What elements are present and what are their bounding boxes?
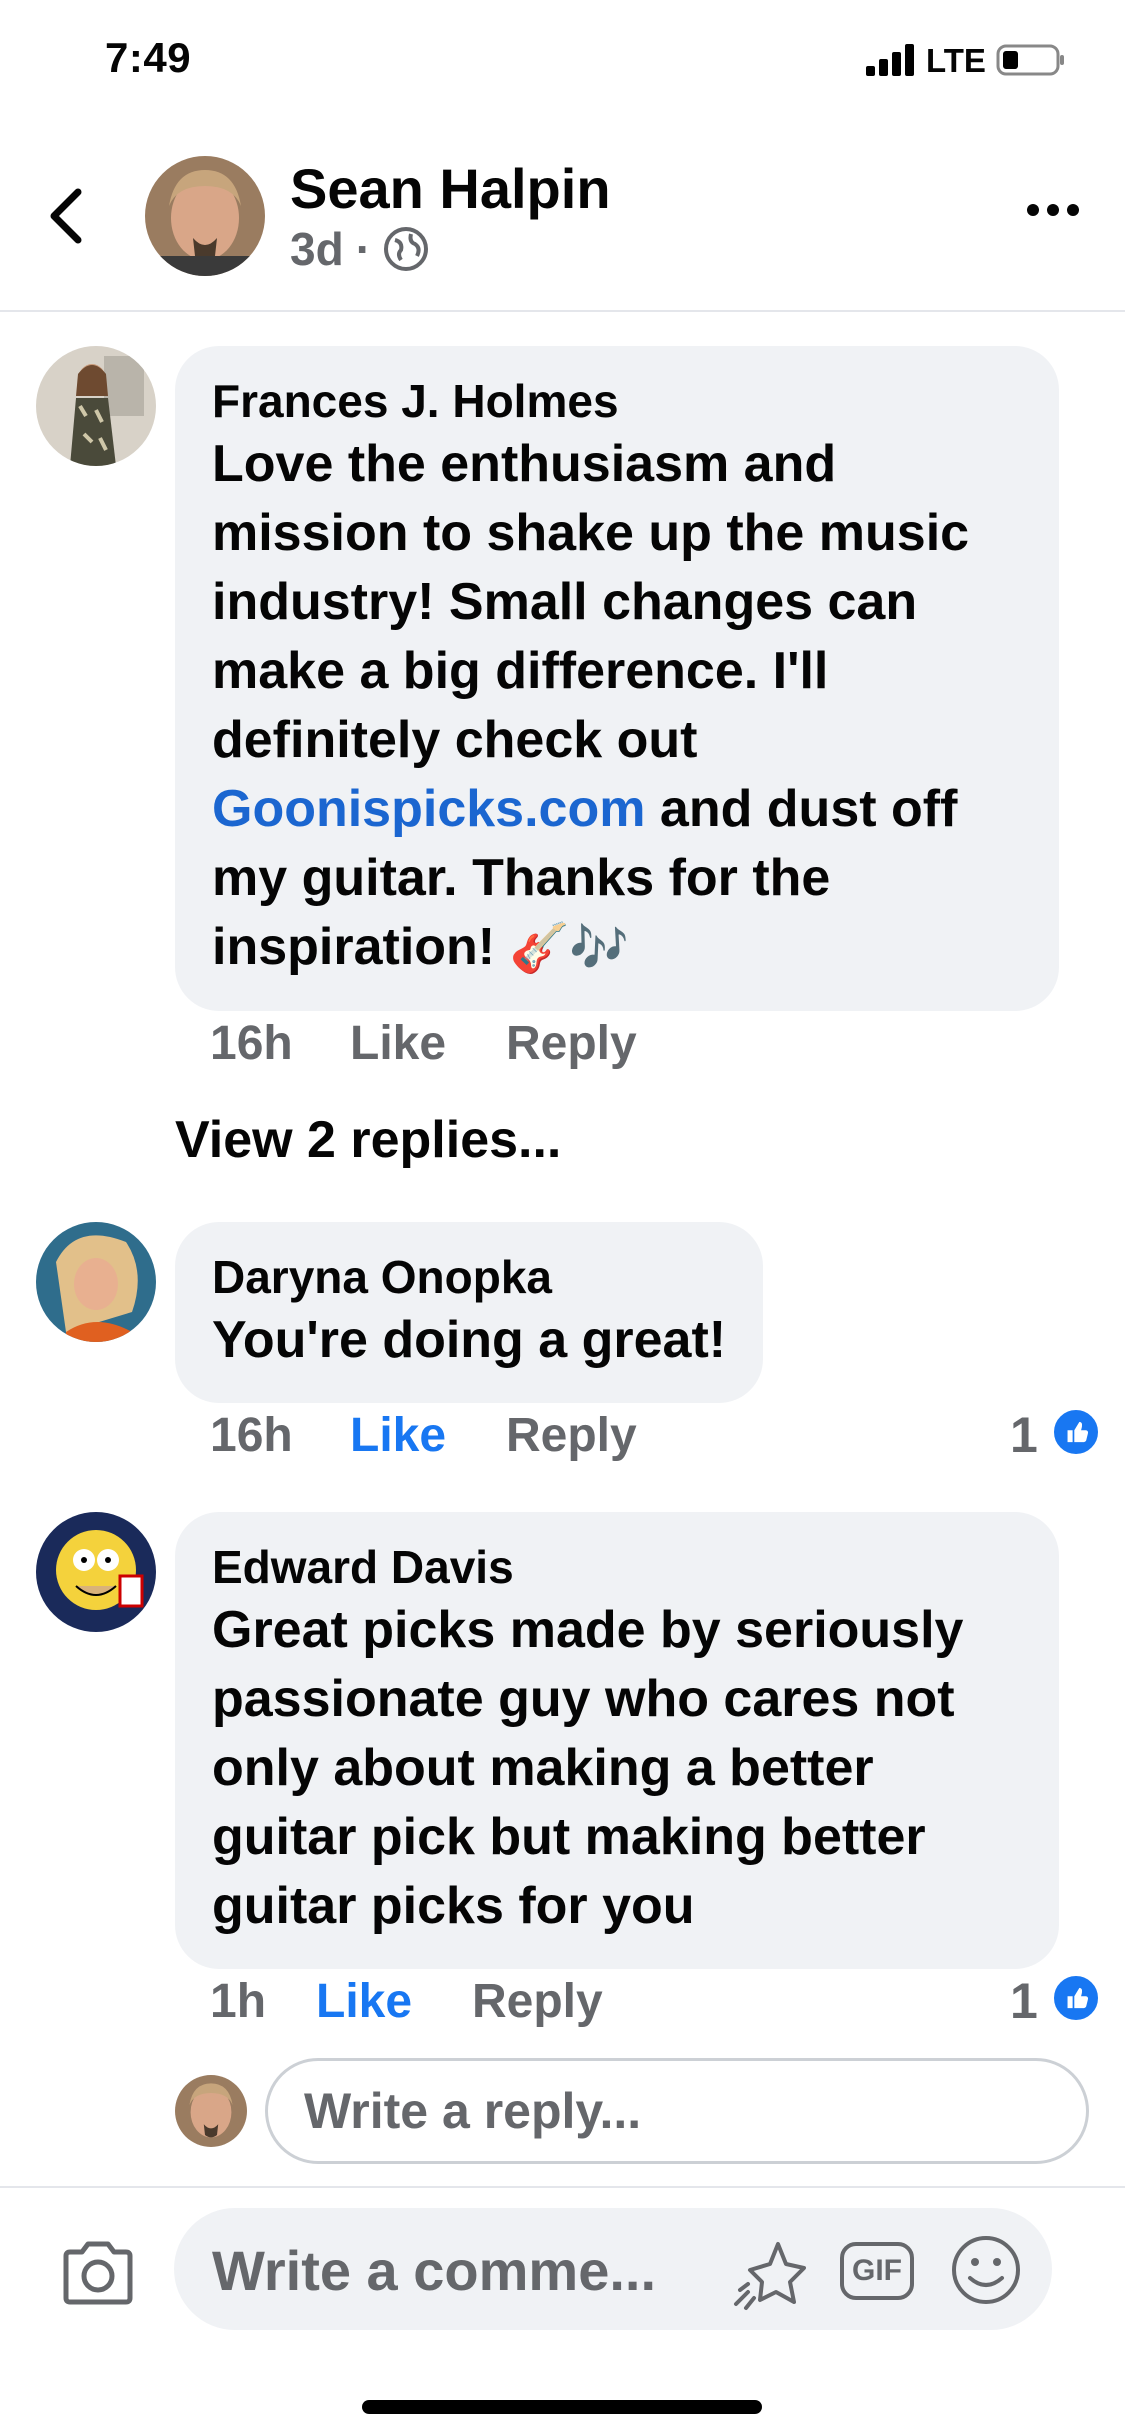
- poster-name[interactable]: Sean Halpin: [290, 156, 611, 221]
- comment-actions: 16h Like Reply: [210, 1016, 1010, 1076]
- more-options-icon[interactable]: [1025, 198, 1081, 222]
- cellular-signal-icon: [866, 44, 914, 76]
- reply-input[interactable]: Write a reply...: [265, 2058, 1089, 2164]
- commenter-avatar[interactable]: [36, 1222, 156, 1342]
- back-arrow-icon[interactable]: [46, 188, 86, 244]
- comment-actions: 1h Like Reply: [210, 1974, 1010, 2034]
- comment-author[interactable]: Frances J. Holmes: [212, 372, 1022, 430]
- status-bar: 7:49 LTE: [0, 0, 1125, 120]
- post-meta: 3d ·: [290, 222, 429, 276]
- post-header: Sean Halpin 3d ·: [0, 120, 1125, 312]
- comment-time: 16h: [210, 1017, 293, 1070]
- like-button[interactable]: Like: [316, 1974, 412, 2029]
- comment-author[interactable]: Edward Davis: [212, 1538, 1022, 1596]
- reaction-count[interactable]: 1: [1010, 1406, 1038, 1464]
- like-button[interactable]: Like: [350, 1016, 446, 1071]
- comment-text: Love the enthusiasm and mission to shake…: [212, 435, 970, 976]
- comment-bubble[interactable]: Edward Davis Great picks made by serious…: [175, 1512, 1059, 1969]
- comment-bubble[interactable]: Frances J. Holmes Love the enthusiasm an…: [175, 346, 1059, 1011]
- comment-input[interactable]: Write a comme... GIF: [174, 2208, 1052, 2330]
- comment-time: 1h: [210, 1975, 267, 2028]
- camera-icon[interactable]: [60, 2238, 136, 2308]
- comment-time: 16h: [210, 1409, 293, 1462]
- comment-actions: 16h Like Reply: [210, 1408, 1010, 1468]
- reply-button[interactable]: Reply: [472, 1974, 603, 2029]
- network-type: LTE: [926, 42, 986, 79]
- reply-placeholder: Write a reply...: [304, 2083, 642, 2139]
- globe-icon: [384, 227, 429, 271]
- comment-placeholder: Write a comme...: [212, 2239, 657, 2302]
- home-indicator[interactable]: [362, 2400, 762, 2414]
- comment-link[interactable]: Goonispicks.com: [212, 780, 645, 838]
- status-time: 7:49: [105, 34, 192, 81]
- sticker-icon[interactable]: [730, 2234, 808, 2312]
- emoji-icon[interactable]: [950, 2234, 1022, 2306]
- comment-bubble[interactable]: Daryna Onopka You're doing a great!: [175, 1222, 764, 1403]
- comment-author[interactable]: Daryna Onopka: [212, 1248, 726, 1306]
- comment-text: Great picks made by seriously passionate…: [212, 1601, 964, 1935]
- guitar-music-emoji: 🎸🎶: [509, 920, 630, 976]
- post-age: 3d: [290, 223, 344, 275]
- reaction-count[interactable]: 1: [1010, 1972, 1038, 2030]
- reply-button[interactable]: Reply: [506, 1408, 637, 1463]
- like-reaction-icon[interactable]: [1050, 1406, 1102, 1458]
- battery-icon: [996, 44, 1064, 76]
- like-reaction-icon[interactable]: [1050, 1972, 1102, 2024]
- current-user-avatar: [175, 2075, 247, 2147]
- poster-avatar[interactable]: [145, 156, 265, 276]
- comment-text: You're doing a great!: [212, 1311, 727, 1369]
- commenter-avatar[interactable]: [36, 1512, 156, 1632]
- commenter-avatar[interactable]: [36, 346, 156, 466]
- gif-icon[interactable]: GIF: [840, 2242, 914, 2300]
- view-replies-link[interactable]: View 2 replies...: [175, 1110, 561, 1170]
- comment-composer: Write a comme... GIF: [0, 2186, 1125, 2436]
- reply-button[interactable]: Reply: [506, 1016, 637, 1071]
- like-button[interactable]: Like: [350, 1408, 446, 1463]
- meta-separator: ·: [355, 223, 372, 275]
